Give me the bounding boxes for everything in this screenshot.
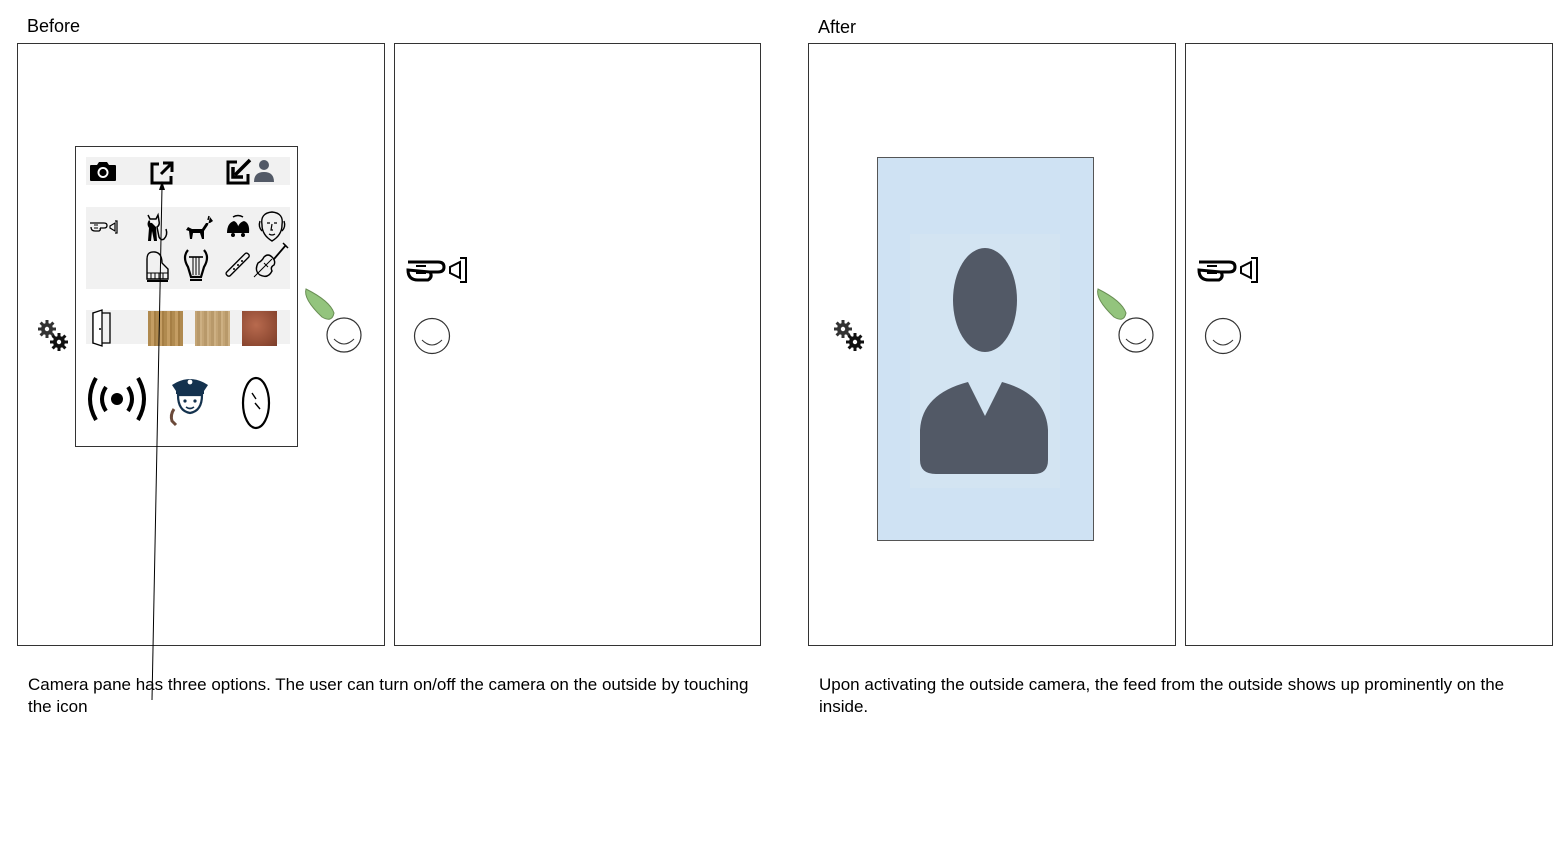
outside-camera-feed[interactable] (877, 157, 1094, 541)
oval-mirror-icon[interactable] (238, 375, 274, 431)
after-title: After (818, 17, 857, 37)
outside-door-knob[interactable] (412, 316, 452, 356)
dog-icon[interactable] (184, 213, 216, 241)
before-title: Before (27, 16, 81, 36)
person-silhouette-icon (910, 234, 1060, 488)
camera-icon[interactable] (88, 159, 118, 183)
wood-texture-pale[interactable] (195, 311, 230, 346)
after-caption: Upon activating the outside camera, the … (819, 675, 1505, 716)
flute-icon[interactable] (224, 251, 252, 279)
door-knob-with-leaf[interactable] (1092, 283, 1158, 355)
bells-icon[interactable] (224, 213, 252, 239)
broadcast-icon[interactable] (84, 373, 150, 425)
pointing-hand-bell-icon[interactable] (88, 217, 120, 237)
cat-icon[interactable] (142, 211, 170, 243)
door-knob-with-leaf[interactable] (300, 283, 366, 355)
piano-icon[interactable] (142, 249, 172, 283)
police-call-icon[interactable] (162, 373, 212, 429)
settings-gears-icon[interactable] (36, 318, 70, 352)
door-icon[interactable] (90, 309, 116, 347)
settings-gears-icon[interactable] (832, 318, 866, 352)
before-caption: Camera pane has three options. The user … (28, 675, 749, 716)
wood-texture-light[interactable] (148, 311, 183, 346)
wood-texture-red[interactable] (242, 311, 277, 346)
doorbell-pointing-hand-icon[interactable] (1195, 250, 1265, 292)
share-out-icon[interactable] (148, 159, 176, 187)
face-icon[interactable] (256, 209, 288, 243)
violin-icon[interactable] (252, 241, 290, 281)
lyre-icon[interactable] (180, 247, 212, 283)
control-menu-pane (75, 146, 298, 447)
doorbell-pointing-hand-icon[interactable] (404, 250, 474, 292)
outside-door-knob[interactable] (1203, 316, 1243, 356)
share-in-icon[interactable] (224, 157, 254, 187)
user-icon[interactable] (252, 158, 276, 184)
